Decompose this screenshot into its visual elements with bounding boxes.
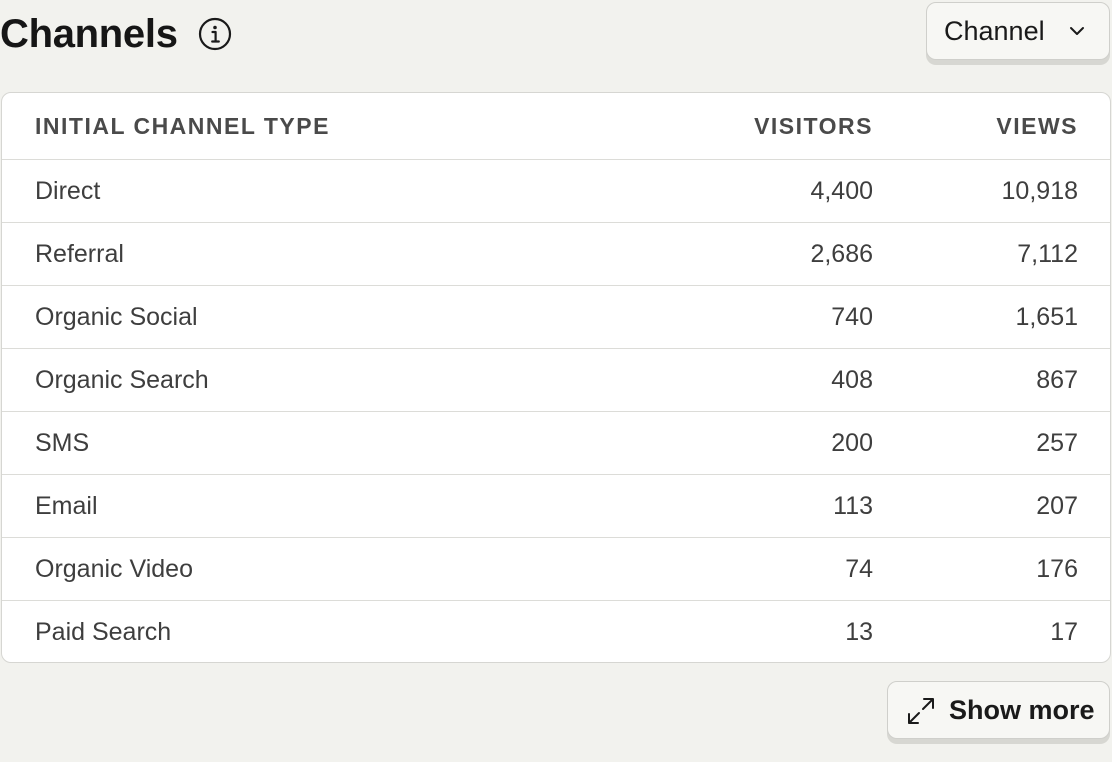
table-row: Email 113 207 [2, 475, 1110, 538]
show-more-label: Show more [949, 694, 1095, 725]
channel-name: Organic Search [35, 365, 209, 394]
views-value: 7,112 [1017, 239, 1078, 268]
channel-name: SMS [35, 428, 90, 457]
channel-name: Paid Search [35, 618, 172, 646]
table-row: SMS 200 257 [2, 412, 1110, 475]
views-value: 10,918 [1001, 176, 1078, 205]
views-value: 176 [1036, 554, 1078, 583]
column-header-channel-type: INITIAL CHANNEL TYPE [35, 112, 330, 139]
table-row: Direct 4,400 10,918 [2, 160, 1110, 223]
table-row: Paid Search 13 17 [2, 601, 1110, 662]
visitors-value: 740 [831, 302, 873, 331]
chevron-down-icon [1070, 27, 1084, 35]
channel-name: Direct [35, 176, 101, 205]
channel-name: Email [35, 491, 98, 520]
table-row: Organic Social 740 1,651 [2, 286, 1110, 349]
table-row: Organic Search 408 867 [2, 349, 1110, 412]
visitors-value: 4,400 [810, 176, 873, 205]
visitors-value: 2,686 [810, 239, 873, 268]
views-value: 207 [1036, 491, 1078, 520]
page-title: Channels [0, 12, 178, 56]
views-value: 17 [1050, 618, 1078, 646]
visitors-value: 200 [831, 428, 873, 457]
channels-table: INITIAL CHANNEL TYPE VISITORS VIEWS Dire… [1, 92, 1111, 663]
channel-name: Organic Video [35, 554, 193, 583]
column-header-visitors: VISITORS [754, 112, 873, 139]
views-value: 257 [1036, 428, 1078, 457]
views-value: 1,651 [1015, 302, 1078, 331]
channel-name: Referral [35, 239, 124, 268]
visitors-value: 74 [845, 554, 873, 583]
table-header-row: INITIAL CHANNEL TYPE VISITORS VIEWS [2, 93, 1110, 160]
show-more-button[interactable]: Show more [887, 681, 1110, 739]
channels-panel: Channels Channel INITIAL CHANNEL TYPE VI… [0, 0, 1112, 762]
info-icon[interactable] [198, 17, 232, 51]
table-row: Organic Video 74 176 [2, 538, 1110, 601]
channel-dropdown[interactable]: Channel [926, 2, 1110, 60]
column-header-views: VIEWS [996, 112, 1078, 139]
expand-icon [908, 698, 934, 724]
channel-dropdown-label: Channel [944, 15, 1045, 46]
views-value: 867 [1036, 365, 1078, 394]
visitors-value: 13 [845, 618, 873, 646]
visitors-value: 113 [833, 491, 873, 520]
table-row: Referral 2,686 7,112 [2, 223, 1110, 286]
visitors-value: 408 [831, 365, 873, 394]
channel-name: Organic Social [35, 302, 198, 331]
